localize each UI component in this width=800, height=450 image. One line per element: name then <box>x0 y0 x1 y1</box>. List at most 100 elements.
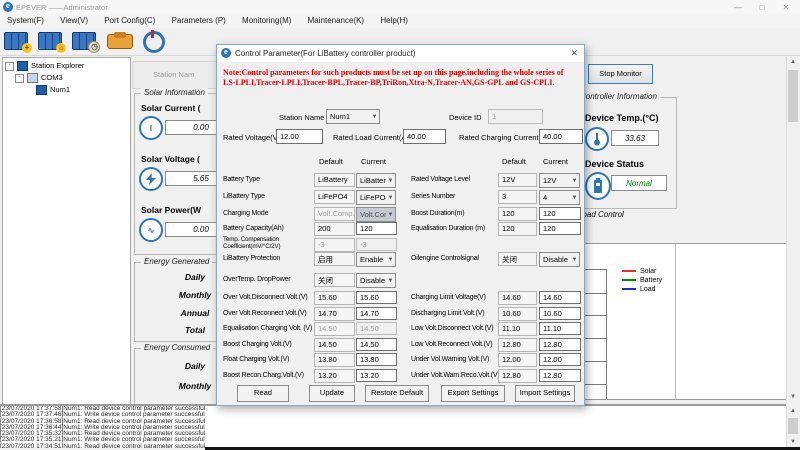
current-value-select: Volt.Comp▼ <box>356 207 396 222</box>
param-label: Equalisation Duration (m) <box>411 225 485 232</box>
scroll-up-icon[interactable]: ▲ <box>787 57 799 68</box>
current-value-select[interactable]: LiBattery▼ <box>356 173 396 188</box>
scrollbar-thumb[interactable] <box>788 418 798 434</box>
chart-gridline <box>675 244 676 399</box>
default-value-box: 14.50 <box>314 338 355 352</box>
current-value-field[interactable] <box>356 291 397 304</box>
menu-port-config[interactable]: Port Config(C) <box>97 14 162 25</box>
menu-view[interactable]: View(V) <box>53 14 95 25</box>
export-settings-button[interactable]: Export Settings <box>441 385 505 402</box>
legend-item-load: Load <box>622 286 656 294</box>
menu-help[interactable]: Help(H) <box>373 14 415 25</box>
param-label: Charging Mode <box>223 210 268 217</box>
current-value-field[interactable] <box>539 369 581 382</box>
tree-node-station-explorer[interactable]: -Station Explorer <box>5 61 84 71</box>
menu-system[interactable]: System(F) <box>0 14 51 25</box>
select-value: Enable <box>357 255 386 264</box>
default-value-box: 15.60 <box>314 291 355 305</box>
window-title: EPEVER ——Administrator <box>16 3 108 12</box>
current-value-field[interactable] <box>356 353 397 366</box>
legend-label: Solar <box>640 268 656 275</box>
control-parameter-dialog: e Control Parameter(For LiBattery contro… <box>216 44 585 406</box>
tree-node-label: COM3 <box>41 73 63 82</box>
current-value-field[interactable] <box>539 353 581 366</box>
log-scrollbar[interactable]: ▲ ▼ <box>786 406 799 448</box>
current-value-select[interactable]: 4▼ <box>539 190 580 205</box>
param-label: Oilengine Controlsignal <box>411 255 479 262</box>
tree-node-num1[interactable]: Num1 <box>33 85 70 95</box>
main-scrollbar[interactable]: ▲ ▼ <box>786 57 799 403</box>
power-icon[interactable] <box>141 31 167 51</box>
param-label: Temp. Compensation Coefficient(mV/°C/2V) <box>223 237 313 250</box>
app-logo-icon: e <box>3 2 13 12</box>
param-label: LiBattery Protection <box>223 255 280 262</box>
close-icon[interactable]: ✕ <box>779 3 793 12</box>
scroll-down-icon[interactable]: ▼ <box>787 392 799 403</box>
default-value-box: 120 <box>498 222 537 236</box>
station-config-icon[interactable]: ☼ <box>38 31 64 51</box>
current-value-select[interactable]: Disable▼ <box>356 273 396 288</box>
current-value-field[interactable] <box>356 222 397 235</box>
param-label: Under Vol.Warning Volt.(V) <box>411 356 489 363</box>
station-timer-icon[interactable]: ◷ <box>72 31 98 51</box>
menu-maintenance[interactable]: Maintenance(K) <box>301 14 371 25</box>
legend-swatch-icon <box>622 279 636 281</box>
legend-item-battery: Battery <box>622 277 662 285</box>
default-value-box: 120 <box>498 207 537 221</box>
current-value-select[interactable]: Enable▼ <box>356 252 396 267</box>
default-value-box: 13.80 <box>314 353 355 367</box>
chart-grid-cell <box>583 361 607 385</box>
solar-power-label: Solar Power(W <box>141 205 201 215</box>
current-value-field[interactable] <box>539 307 581 320</box>
current-value-select[interactable]: 12V▼ <box>539 173 580 188</box>
param-label: Over Volt.Reconnect Volt.(V) <box>223 310 307 317</box>
scroll-up-icon[interactable]: ▲ <box>787 406 799 417</box>
chart-grid-cell <box>583 315 607 339</box>
import-settings-button[interactable]: Import Settings <box>515 385 575 402</box>
collapse-icon[interactable]: - <box>5 62 14 71</box>
current-value-field[interactable] <box>539 207 581 220</box>
default-value-box: 3 <box>498 190 537 204</box>
solar-information-title: Solar Information <box>141 88 208 97</box>
current-value-select[interactable]: Disable▼ <box>539 252 580 267</box>
lightning-glyph <box>146 173 156 185</box>
minimize-icon[interactable]: — <box>731 3 745 12</box>
read-button[interactable]: Read <box>237 385 289 402</box>
current-value-field[interactable] <box>539 222 581 235</box>
default-value-box: 12.00 <box>498 353 537 367</box>
legend-label: Load <box>640 286 656 293</box>
default-value-box: 14.50 <box>314 322 355 336</box>
solar-voltage-label: Solar Voltage ( <box>141 154 200 164</box>
current-value-select[interactable]: LiFePO4▼ <box>356 190 396 205</box>
current-value-field[interactable] <box>539 291 581 304</box>
restore-default-button[interactable]: Restore Default <box>365 385 429 402</box>
current-value-field[interactable] <box>356 338 397 351</box>
add-station-icon[interactable]: + <box>4 31 30 51</box>
menu-parameters[interactable]: Parameters (P) <box>165 14 233 25</box>
print-icon[interactable] <box>107 31 133 51</box>
default-value-box: 200 <box>314 222 355 236</box>
chart-grid-cell <box>583 292 607 316</box>
tree-node-com3[interactable]: - COM3 <box>15 73 63 83</box>
tree-node-label: Num1 <box>50 85 70 94</box>
maximize-icon[interactable]: □ <box>755 3 769 12</box>
collapse-icon[interactable]: - <box>15 74 24 83</box>
current-value-field <box>356 322 397 335</box>
device-status-label: Device Status <box>585 159 644 169</box>
chevron-down-icon: ▼ <box>570 178 579 184</box>
current-value-field[interactable] <box>539 322 581 335</box>
current-value-field[interactable] <box>356 307 397 320</box>
menu-monitoring[interactable]: Monitoring(M) <box>235 14 298 25</box>
default-value-box: 启用 <box>314 252 355 266</box>
stop-monitor-button[interactable]: Stop Monitor <box>588 64 653 84</box>
station-explorer-icon <box>17 61 28 71</box>
default-value-box: LiFePO4 <box>314 190 355 204</box>
scrollbar-thumb[interactable] <box>788 70 798 122</box>
update-button[interactable]: Update <box>309 385 355 402</box>
param-label: Discharging Limit Volt.(V) <box>411 310 484 317</box>
select-value: 12V <box>540 176 570 185</box>
chevron-down-icon: ▼ <box>386 257 395 263</box>
current-value-field[interactable] <box>356 369 397 382</box>
current-value-field[interactable] <box>539 338 581 351</box>
chart-grid-cell <box>583 269 607 294</box>
